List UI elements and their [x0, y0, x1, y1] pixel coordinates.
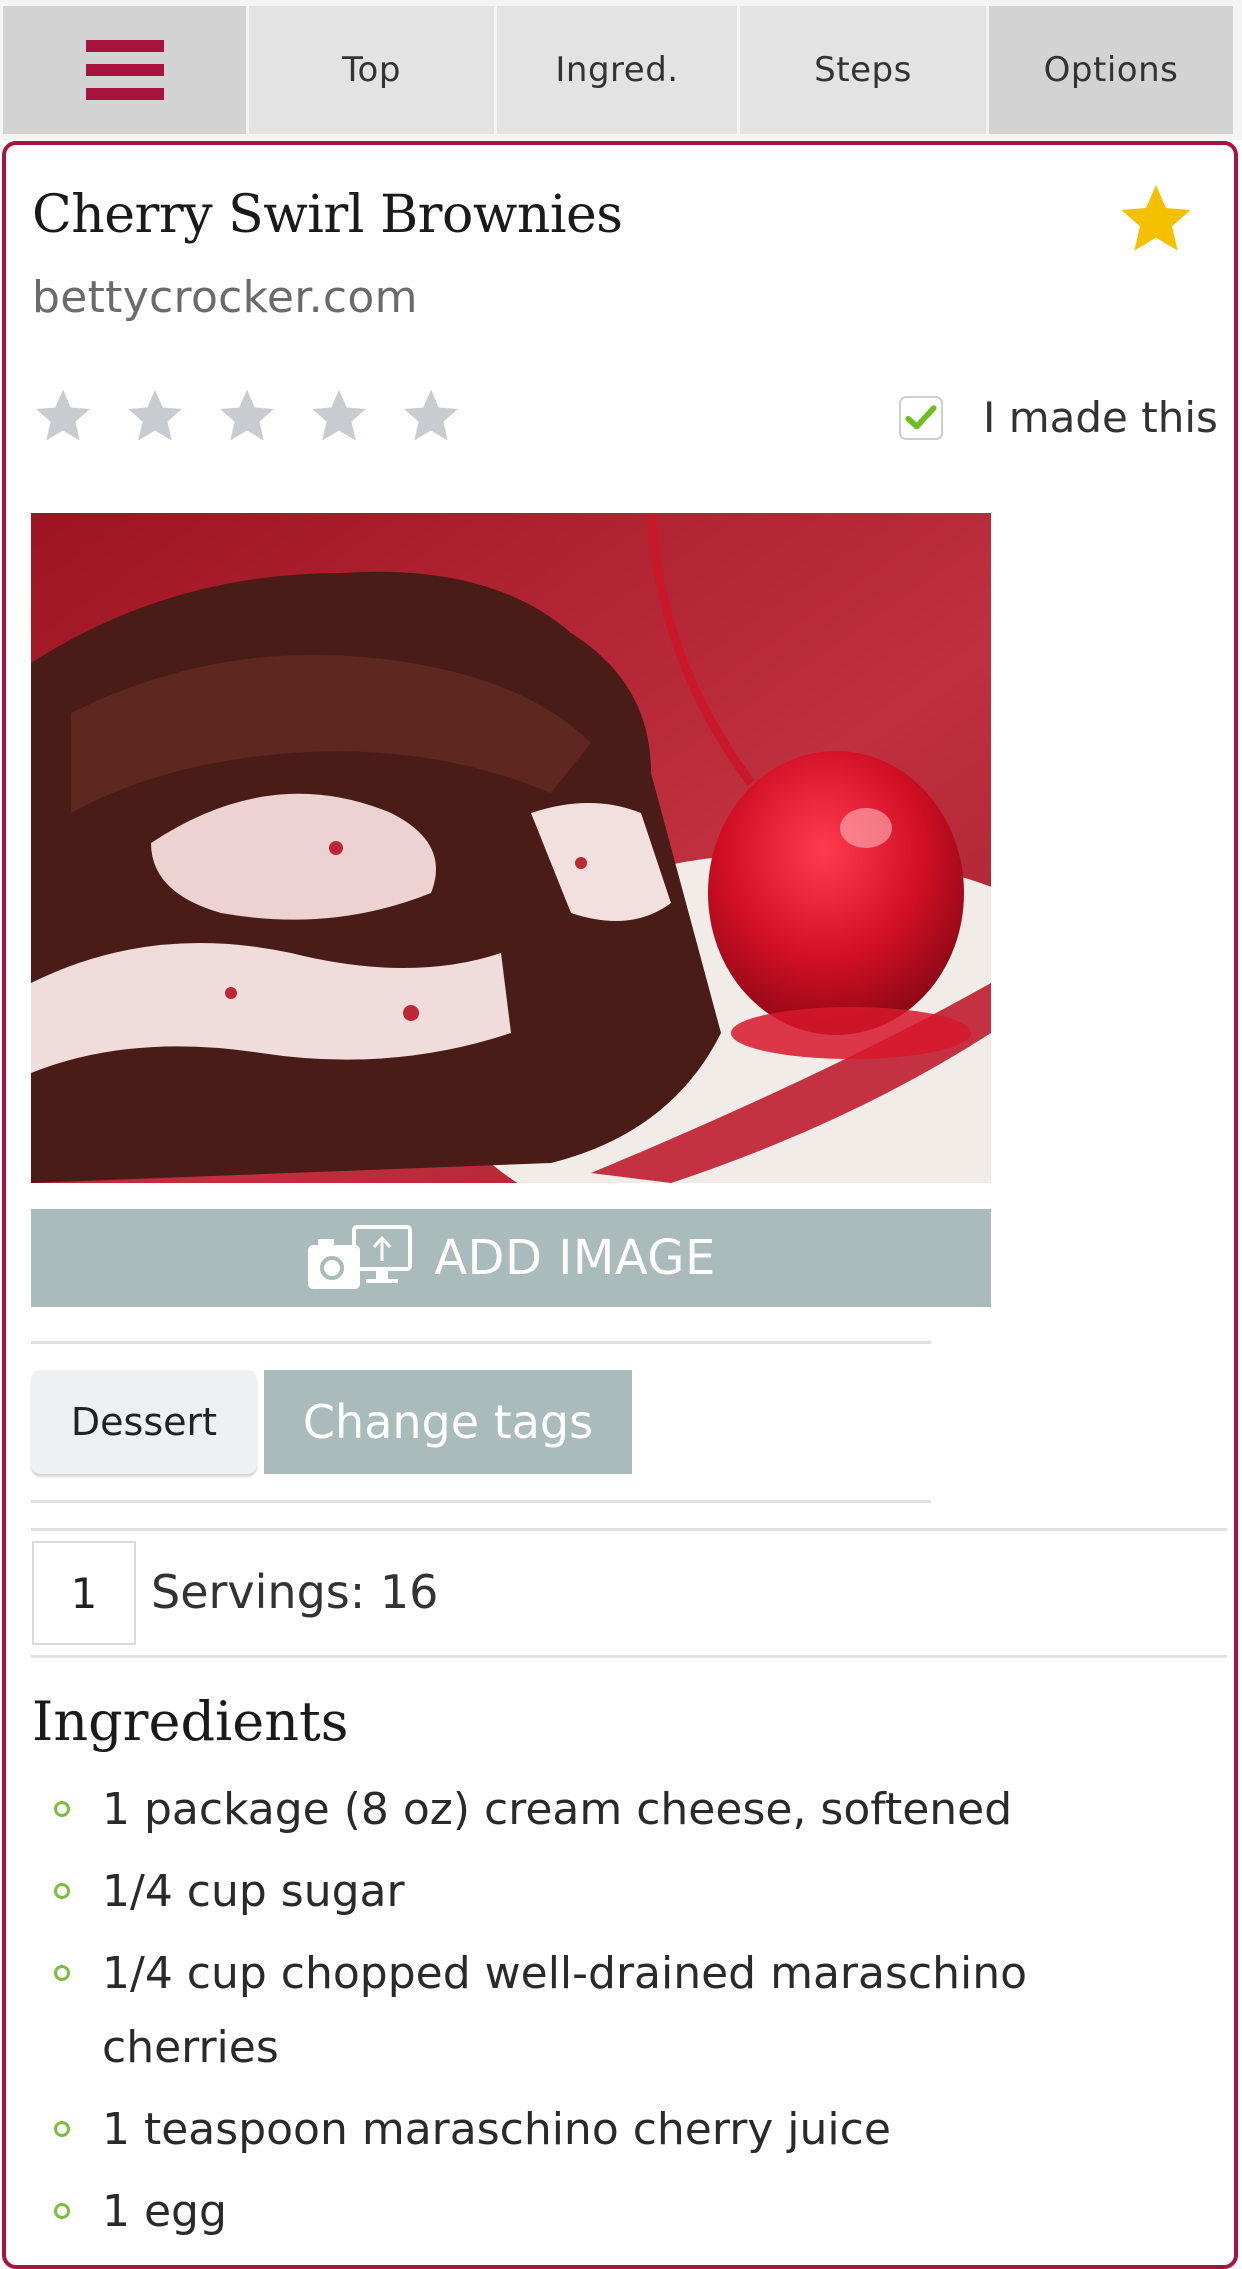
- ingredient-item[interactable]: 1/4 cup chopped well-drained maraschino …: [32, 1937, 1152, 2085]
- rating-star-1-icon[interactable]: [30, 385, 96, 447]
- ingredient-text: 1/4 cup chopped well-drained maraschino …: [102, 1948, 1028, 2073]
- recipe-photo[interactable]: [31, 513, 991, 1183]
- ingredient-text: 1 egg: [102, 2186, 227, 2237]
- made-this-toggle[interactable]: I made this: [899, 393, 1218, 442]
- change-tags-button[interactable]: Change tags: [264, 1370, 632, 1474]
- add-image-label: ADD IMAGE: [434, 1230, 716, 1286]
- ingredient-text: 1 teaspoon maraschino cherry juice: [102, 2104, 891, 2155]
- camera-upload-icon: [308, 1225, 413, 1289]
- hamburger-icon: [85, 40, 164, 100]
- ingredients-list: 1 package (8 oz) cream cheese, softened …: [32, 1773, 1212, 2257]
- nav-tab-options[interactable]: Options: [989, 6, 1233, 134]
- ingredients-heading: Ingredients: [32, 1690, 349, 1753]
- nav-tab-steps[interactable]: Steps: [740, 6, 986, 134]
- divider: [31, 1500, 931, 1503]
- made-this-checkbox[interactable]: [899, 395, 943, 440]
- nav-tab-ingredients[interactable]: Ingred.: [497, 6, 737, 134]
- ingredient-text: 1 package (8 oz) cream cheese, softened: [102, 1784, 1013, 1835]
- divider: [31, 1341, 931, 1344]
- menu-button[interactable]: [3, 6, 246, 134]
- rating-star-4-icon[interactable]: [306, 385, 372, 447]
- ingredient-item[interactable]: 1 egg: [32, 2175, 1212, 2249]
- ingredient-item[interactable]: 1 package (8 oz) cream cheese, softened: [32, 1773, 1212, 1847]
- add-image-button[interactable]: ADD IMAGE: [31, 1209, 991, 1307]
- bullet-circle-icon: [54, 2121, 70, 2137]
- rating-star-3-icon[interactable]: [214, 385, 280, 447]
- favorite-star-icon[interactable]: [1116, 179, 1196, 259]
- bullet-circle-icon: [54, 1801, 70, 1817]
- checkmark-icon: [905, 404, 937, 429]
- tag-dessert[interactable]: Dessert: [31, 1370, 257, 1474]
- brownie-image: [31, 513, 991, 1183]
- made-this-label: I made this: [983, 393, 1218, 442]
- divider: [31, 1655, 1227, 1658]
- servings-multiplier-input[interactable]: [32, 1541, 136, 1645]
- ingredient-item[interactable]: 1/4 cup sugar: [32, 1855, 1212, 1929]
- ingredient-item[interactable]: 1 teaspoon maraschino cherry juice: [32, 2093, 1212, 2167]
- bullet-circle-icon: [54, 2203, 70, 2219]
- recipe-card: Cherry Swirl Brownies bettycrocker.com I…: [2, 141, 1238, 2269]
- rating-star-5-icon[interactable]: [398, 385, 464, 447]
- recipe-title: Cherry Swirl Brownies: [32, 185, 623, 245]
- ingredient-text: 1/4 cup sugar: [102, 1866, 405, 1917]
- recipe-source[interactable]: bettycrocker.com: [32, 272, 418, 323]
- divider: [31, 1528, 1227, 1531]
- nav-tab-top[interactable]: Top: [249, 6, 494, 134]
- star-rating: [30, 385, 464, 447]
- servings-label: Servings: 16: [151, 1565, 439, 1619]
- bullet-circle-icon: [54, 1883, 70, 1899]
- rating-star-2-icon[interactable]: [122, 385, 188, 447]
- bullet-circle-icon: [54, 1965, 70, 1981]
- top-nav: Top Ingred. Steps Options: [0, 0, 1242, 140]
